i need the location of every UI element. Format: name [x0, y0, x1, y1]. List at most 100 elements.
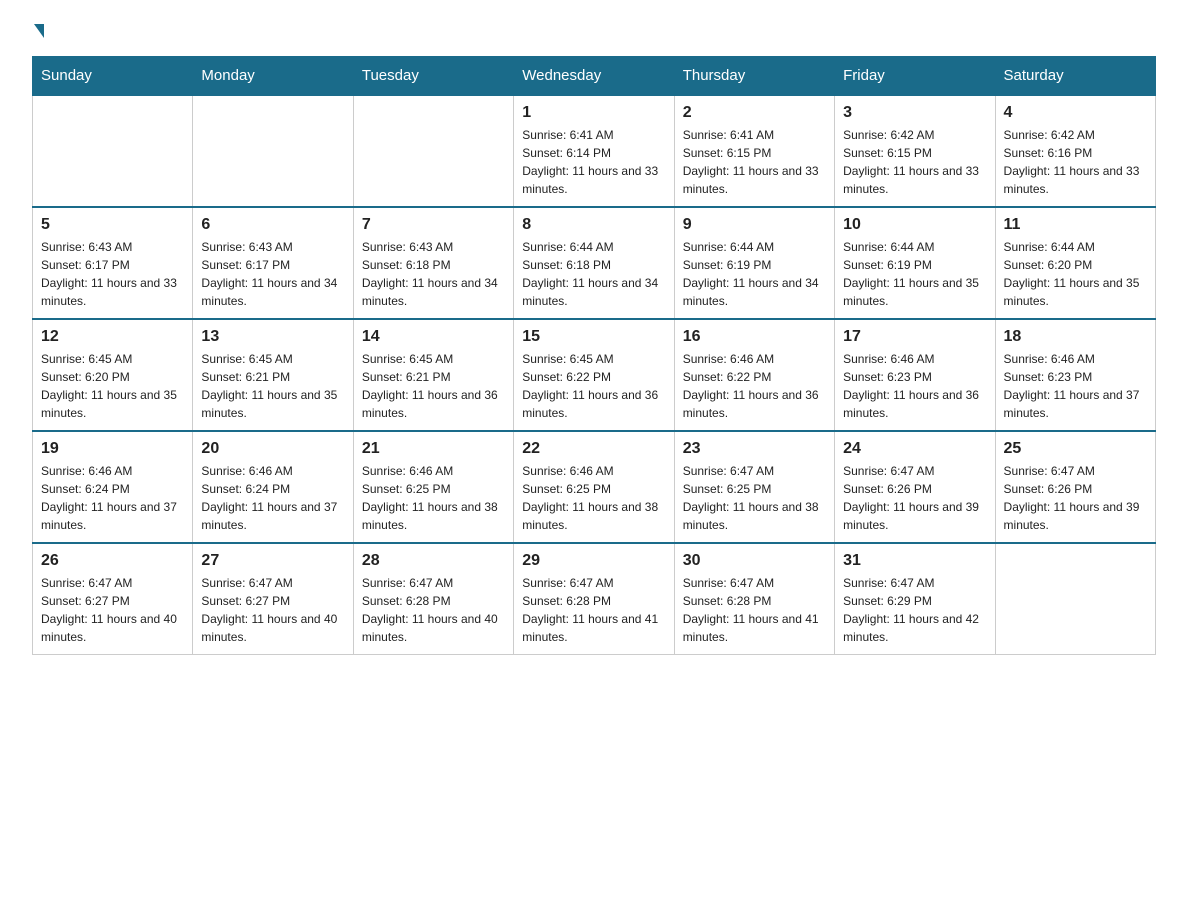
day-info: Sunrise: 6:46 AM Sunset: 6:23 PM Dayligh… [843, 350, 986, 422]
day-info: Sunrise: 6:47 AM Sunset: 6:28 PM Dayligh… [522, 574, 665, 646]
day-number: 19 [41, 440, 184, 458]
day-of-week-saturday: Saturday [995, 57, 1155, 96]
day-number: 2 [683, 104, 826, 122]
day-number: 22 [522, 440, 665, 458]
day-number: 10 [843, 216, 986, 234]
day-number: 1 [522, 104, 665, 122]
day-number: 5 [41, 216, 184, 234]
page-header [32, 24, 1156, 36]
day-number: 3 [843, 104, 986, 122]
day-number: 26 [41, 552, 184, 570]
day-number: 4 [1004, 104, 1147, 122]
day-info: Sunrise: 6:42 AM Sunset: 6:15 PM Dayligh… [843, 126, 986, 198]
day-info: Sunrise: 6:47 AM Sunset: 6:26 PM Dayligh… [843, 462, 986, 534]
calendar-cell: 19 Sunrise: 6:46 AM Sunset: 6:24 PM Dayli… [33, 431, 193, 543]
calendar-cell: 14 Sunrise: 6:45 AM Sunset: 6:21 PM Dayli… [353, 319, 513, 431]
logo [32, 24, 44, 36]
calendar-cell: 7 Sunrise: 6:43 AM Sunset: 6:18 PM Daylig… [353, 207, 513, 319]
calendar-cell: 26 Sunrise: 6:47 AM Sunset: 6:27 PM Dayli… [33, 543, 193, 655]
day-info: Sunrise: 6:47 AM Sunset: 6:28 PM Dayligh… [362, 574, 505, 646]
calendar-cell: 13 Sunrise: 6:45 AM Sunset: 6:21 PM Dayli… [193, 319, 353, 431]
day-info: Sunrise: 6:47 AM Sunset: 6:28 PM Dayligh… [683, 574, 826, 646]
day-of-week-wednesday: Wednesday [514, 57, 674, 96]
day-number: 18 [1004, 328, 1147, 346]
calendar-cell: 2 Sunrise: 6:41 AM Sunset: 6:15 PM Daylig… [674, 95, 834, 207]
day-info: Sunrise: 6:41 AM Sunset: 6:14 PM Dayligh… [522, 126, 665, 198]
day-number: 12 [41, 328, 184, 346]
calendar-cell: 9 Sunrise: 6:44 AM Sunset: 6:19 PM Daylig… [674, 207, 834, 319]
calendar-cell: 18 Sunrise: 6:46 AM Sunset: 6:23 PM Dayli… [995, 319, 1155, 431]
day-info: Sunrise: 6:45 AM Sunset: 6:21 PM Dayligh… [362, 350, 505, 422]
day-info: Sunrise: 6:47 AM Sunset: 6:25 PM Dayligh… [683, 462, 826, 534]
calendar-cell: 22 Sunrise: 6:46 AM Sunset: 6:25 PM Dayli… [514, 431, 674, 543]
day-info: Sunrise: 6:45 AM Sunset: 6:21 PM Dayligh… [201, 350, 344, 422]
day-info: Sunrise: 6:46 AM Sunset: 6:24 PM Dayligh… [201, 462, 344, 534]
calendar-cell: 5 Sunrise: 6:43 AM Sunset: 6:17 PM Daylig… [33, 207, 193, 319]
calendar-cell: 21 Sunrise: 6:46 AM Sunset: 6:25 PM Dayli… [353, 431, 513, 543]
day-number: 28 [362, 552, 505, 570]
calendar-cell: 15Sunrise: 6:45 AM Sunset: 6:22 PM Dayli… [514, 319, 674, 431]
day-info: Sunrise: 6:47 AM Sunset: 6:26 PM Dayligh… [1004, 462, 1147, 534]
calendar-cell: 20 Sunrise: 6:46 AM Sunset: 6:24 PM Dayli… [193, 431, 353, 543]
calendar-cell: 12 Sunrise: 6:45 AM Sunset: 6:20 PM Dayli… [33, 319, 193, 431]
day-of-week-tuesday: Tuesday [353, 57, 513, 96]
day-info: Sunrise: 6:45 AM Sunset: 6:22 PM Dayligh… [522, 350, 665, 422]
calendar-cell: 4 Sunrise: 6:42 AM Sunset: 6:16 PM Daylig… [995, 95, 1155, 207]
day-number: 13 [201, 328, 344, 346]
day-info: Sunrise: 6:46 AM Sunset: 6:25 PM Dayligh… [522, 462, 665, 534]
day-number: 23 [683, 440, 826, 458]
day-of-week-monday: Monday [193, 57, 353, 96]
day-of-week-thursday: Thursday [674, 57, 834, 96]
calendar-cell: 17 Sunrise: 6:46 AM Sunset: 6:23 PM Dayli… [835, 319, 995, 431]
calendar-cell: 28 Sunrise: 6:47 AM Sunset: 6:28 PM Dayli… [353, 543, 513, 655]
day-info: Sunrise: 6:44 AM Sunset: 6:20 PM Dayligh… [1004, 238, 1147, 310]
day-number: 9 [683, 216, 826, 234]
calendar-cell: 11 Sunrise: 6:44 AM Sunset: 6:20 PM Dayli… [995, 207, 1155, 319]
day-number: 30 [683, 552, 826, 570]
day-of-week-sunday: Sunday [33, 57, 193, 96]
day-info: Sunrise: 6:43 AM Sunset: 6:18 PM Dayligh… [362, 238, 505, 310]
day-number: 27 [201, 552, 344, 570]
day-info: Sunrise: 6:41 AM Sunset: 6:15 PM Dayligh… [683, 126, 826, 198]
calendar-cell: 3 Sunrise: 6:42 AM Sunset: 6:15 PM Daylig… [835, 95, 995, 207]
day-info: Sunrise: 6:43 AM Sunset: 6:17 PM Dayligh… [201, 238, 344, 310]
day-number: 6 [201, 216, 344, 234]
day-info: Sunrise: 6:44 AM Sunset: 6:18 PM Dayligh… [522, 238, 665, 310]
calendar-cell [33, 95, 193, 207]
calendar-cell: 8Sunrise: 6:44 AM Sunset: 6:18 PM Daylig… [514, 207, 674, 319]
calendar-cell: 24Sunrise: 6:47 AM Sunset: 6:26 PM Dayli… [835, 431, 995, 543]
day-info: Sunrise: 6:46 AM Sunset: 6:24 PM Dayligh… [41, 462, 184, 534]
calendar-cell: 10 Sunrise: 6:44 AM Sunset: 6:19 PM Dayli… [835, 207, 995, 319]
calendar-cell: 30 Sunrise: 6:47 AM Sunset: 6:28 PM Dayli… [674, 543, 834, 655]
day-info: Sunrise: 6:47 AM Sunset: 6:29 PM Dayligh… [843, 574, 986, 646]
day-number: 17 [843, 328, 986, 346]
calendar-cell: 23 Sunrise: 6:47 AM Sunset: 6:25 PM Dayli… [674, 431, 834, 543]
calendar-cell [995, 543, 1155, 655]
calendar-cell: 16Sunrise: 6:46 AM Sunset: 6:22 PM Dayli… [674, 319, 834, 431]
day-info: Sunrise: 6:43 AM Sunset: 6:17 PM Dayligh… [41, 238, 184, 310]
day-info: Sunrise: 6:44 AM Sunset: 6:19 PM Dayligh… [843, 238, 986, 310]
day-number: 25 [1004, 440, 1147, 458]
day-number: 14 [362, 328, 505, 346]
day-info: Sunrise: 6:46 AM Sunset: 6:25 PM Dayligh… [362, 462, 505, 534]
day-number: 29 [522, 552, 665, 570]
calendar-table: SundayMondayTuesdayWednesdayThursdayFrid… [32, 56, 1156, 655]
day-number: 20 [201, 440, 344, 458]
day-number: 7 [362, 216, 505, 234]
day-of-week-friday: Friday [835, 57, 995, 96]
day-info: Sunrise: 6:45 AM Sunset: 6:20 PM Dayligh… [41, 350, 184, 422]
calendar-cell: 25 Sunrise: 6:47 AM Sunset: 6:26 PM Dayli… [995, 431, 1155, 543]
day-info: Sunrise: 6:42 AM Sunset: 6:16 PM Dayligh… [1004, 126, 1147, 198]
day-number: 11 [1004, 216, 1147, 234]
day-info: Sunrise: 6:44 AM Sunset: 6:19 PM Dayligh… [683, 238, 826, 310]
day-number: 31 [843, 552, 986, 570]
calendar-cell [353, 95, 513, 207]
day-number: 21 [362, 440, 505, 458]
day-info: Sunrise: 6:46 AM Sunset: 6:23 PM Dayligh… [1004, 350, 1147, 422]
calendar-cell: 6 Sunrise: 6:43 AM Sunset: 6:17 PM Daylig… [193, 207, 353, 319]
day-info: Sunrise: 6:47 AM Sunset: 6:27 PM Dayligh… [41, 574, 184, 646]
day-info: Sunrise: 6:47 AM Sunset: 6:27 PM Dayligh… [201, 574, 344, 646]
day-number: 16 [683, 328, 826, 346]
calendar-cell: 27 Sunrise: 6:47 AM Sunset: 6:27 PM Dayli… [193, 543, 353, 655]
calendar-cell: 1 Sunrise: 6:41 AM Sunset: 6:14 PM Daylig… [514, 95, 674, 207]
